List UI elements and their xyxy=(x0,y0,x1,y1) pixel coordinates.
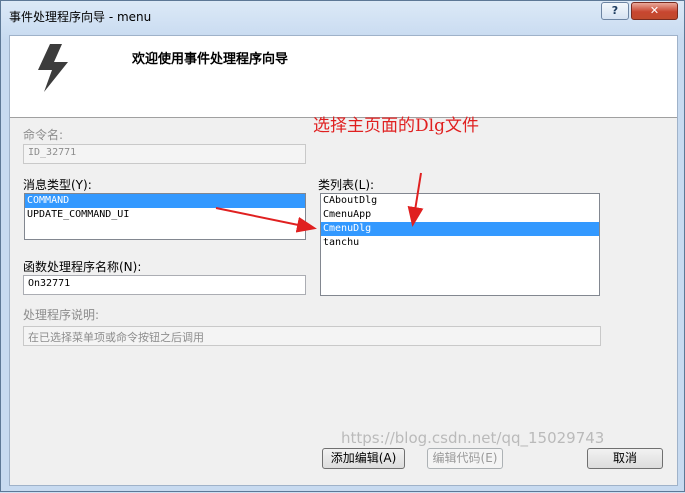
add-edit-button[interactable]: 添加编辑(A) xyxy=(322,448,405,469)
class-item-cmenudlg[interactable]: CmenuDlg xyxy=(321,222,599,236)
dialog-client: 欢迎使用事件处理程序向导 命令名: ID_32771 消息类型(Y): COMM… xyxy=(9,35,678,486)
watermark: https://blog.csdn.net/qq_15029743 xyxy=(341,429,605,447)
class-item-cmenuapp[interactable]: CmenuApp xyxy=(321,208,599,222)
function-name-label: 函数处理程序名称(N): xyxy=(23,260,142,274)
message-type-list[interactable]: COMMAND UPDATE_COMMAND_UI xyxy=(24,193,306,240)
class-list-label: 类列表(L): xyxy=(318,178,375,192)
title-bar[interactable]: 事件处理程序向导 - menu ? ✕ xyxy=(1,1,684,31)
edit-code-button: 编辑代码(E) xyxy=(427,448,503,469)
command-name-field: ID_32771 xyxy=(23,144,306,164)
lightning-bolt-icon xyxy=(38,44,68,92)
handler-description-label: 处理程序说明: xyxy=(23,308,100,322)
handler-description-field: 在已选择菜单项或命令按钮之后调用 xyxy=(23,326,601,346)
command-name-label: 命令名: xyxy=(23,128,64,142)
message-type-item-command[interactable]: COMMAND xyxy=(25,194,305,208)
class-list[interactable]: CAboutDlg CmenuApp CmenuDlg tanchu xyxy=(320,193,600,296)
class-item-tanchu[interactable]: tanchu xyxy=(321,236,599,250)
annotation-text: 选择主页面的Dlg文件 xyxy=(313,116,479,136)
close-button[interactable]: ✕ xyxy=(631,2,678,20)
cancel-button[interactable]: 取消 xyxy=(587,448,663,469)
wizard-header: 欢迎使用事件处理程序向导 xyxy=(10,36,677,118)
header-title: 欢迎使用事件处理程序向导 xyxy=(132,52,289,67)
wizard-window: 事件处理程序向导 - menu ? ✕ 欢迎使用事件处理程序向导 命令名: ID… xyxy=(0,0,685,492)
class-item-caboutdlg[interactable]: CAboutDlg xyxy=(321,194,599,208)
function-name-field[interactable]: On32771 xyxy=(23,275,306,295)
message-type-item-update[interactable]: UPDATE_COMMAND_UI xyxy=(25,208,305,222)
message-type-label: 消息类型(Y): xyxy=(23,178,92,192)
help-button[interactable]: ? xyxy=(601,2,629,20)
window-title: 事件处理程序向导 - menu xyxy=(9,10,152,24)
